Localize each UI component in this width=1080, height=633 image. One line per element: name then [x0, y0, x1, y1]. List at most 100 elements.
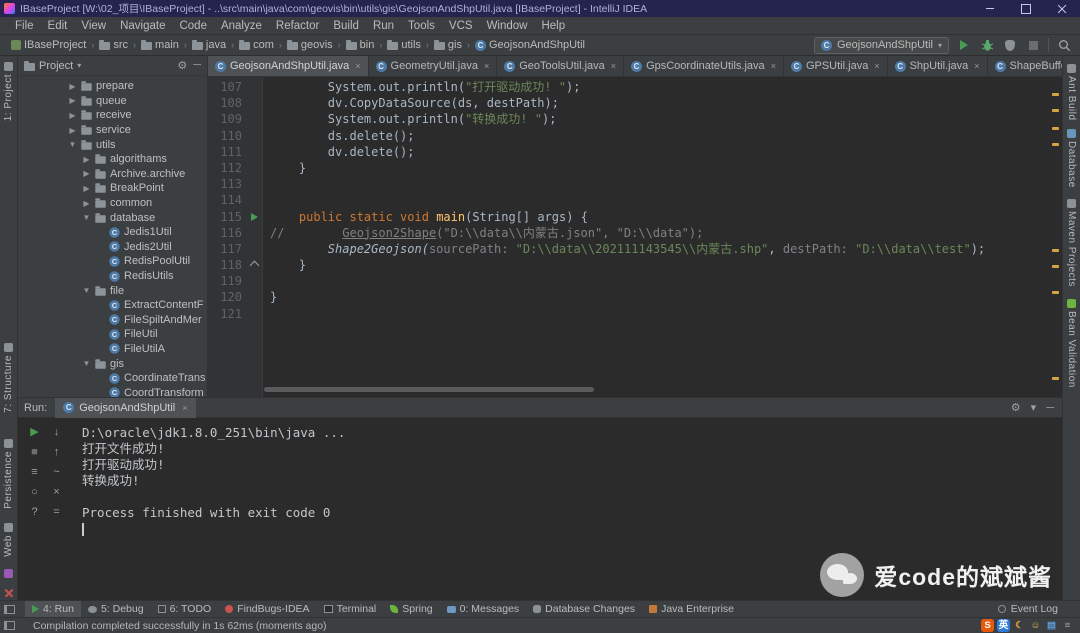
collapse-panel-icon[interactable]: ▾: [1031, 401, 1037, 414]
status-corner-icon[interactable]: [4, 621, 15, 630]
tool-windows-toggle-icon[interactable]: [4, 604, 15, 614]
tree-item-redispoolutil[interactable]: C RedisPoolUtil: [18, 254, 207, 269]
rerun-icon[interactable]: ▶: [27, 426, 42, 439]
close-red-icon[interactable]: [4, 588, 14, 598]
tree-item-algorithams[interactable]: ▶ algorithams: [18, 152, 207, 167]
code-text[interactable]: [262, 176, 270, 192]
tree-expand-icon[interactable]: ▶: [68, 82, 77, 91]
gear-icon[interactable]: ⚙: [1011, 401, 1021, 414]
code-text[interactable]: dv.CopyDataSource(ds, destPath);: [262, 95, 559, 111]
tree-item-prepare[interactable]: ▶ prepare: [18, 79, 207, 94]
close-tab-icon[interactable]: ×: [182, 403, 187, 413]
scroll-down-icon[interactable]: ↓: [49, 426, 64, 439]
tool-window-button-spring[interactable]: Spring: [383, 601, 439, 617]
close-tab-icon[interactable]: ×: [355, 61, 360, 71]
tree-item-file[interactable]: ▼ file: [18, 283, 207, 298]
breadcrumb-item-src[interactable]: src: [96, 39, 131, 51]
tool-window-button-terminal[interactable]: Terminal: [317, 601, 384, 617]
coverage-button[interactable]: [1002, 37, 1018, 53]
code-text[interactable]: System.out.println("转换成功! ");: [262, 111, 557, 127]
tree-item-service[interactable]: ▶ service: [18, 123, 207, 138]
editor-tab-geojsonandshputil-java[interactable]: C GeojsonAndShpUtil.java ×: [208, 56, 369, 76]
editor-tab-gpsutil-java[interactable]: C GPSUtil.java ×: [783, 56, 888, 76]
tree-item-jedis1util[interactable]: C Jedis1Util: [18, 225, 207, 240]
menu-build[interactable]: Build: [326, 20, 366, 32]
tree-item-queue[interactable]: ▶ queue: [18, 94, 207, 109]
code-text[interactable]: public static void main(String[] args) {: [262, 209, 588, 225]
tree-expand-icon[interactable]: ▼: [68, 140, 77, 149]
clear-all-icon[interactable]: ×: [49, 486, 64, 499]
tool-window-button-java-enterprise[interactable]: Java Enterprise: [642, 601, 741, 617]
gear-icon[interactable]: ⚙: [177, 59, 187, 72]
menu-run[interactable]: Run: [366, 20, 401, 32]
code-text[interactable]: [262, 306, 270, 322]
emoji-icon[interactable]: ☺: [1029, 619, 1042, 632]
tree-item-jedis2util[interactable]: C Jedis2Util: [18, 240, 207, 255]
tree-expand-icon[interactable]: ▼: [82, 359, 91, 368]
plugin-icon[interactable]: [4, 568, 13, 578]
run-main-icon[interactable]: [250, 212, 258, 221]
tree-item-utils[interactable]: ▼ utils: [18, 137, 207, 152]
status-message[interactable]: Compilation completed successfully in 1s…: [33, 620, 327, 632]
chevron-down-icon[interactable]: ▾: [77, 61, 81, 70]
event-log-button[interactable]: Event Log: [997, 603, 1072, 615]
settings-small-icon[interactable]: =: [49, 506, 64, 519]
horizontal-scrollbar[interactable]: [264, 387, 594, 392]
toolwindow-button-ant-build[interactable]: Ant Build: [1066, 64, 1077, 121]
breadcrumb-item-utils[interactable]: utils: [384, 39, 424, 51]
close-tab-icon[interactable]: ×: [484, 61, 489, 71]
pin-tab-icon[interactable]: ○: [27, 486, 42, 499]
hide-panel-icon[interactable]: ─: [1046, 402, 1054, 414]
run-button[interactable]: [956, 37, 972, 53]
hide-panel-icon[interactable]: ─: [193, 59, 201, 72]
toolwindow-button-database[interactable]: Database: [1066, 128, 1077, 187]
help-icon[interactable]: ?: [27, 506, 42, 519]
toolwindow-button-plugin-icon[interactable]: [4, 568, 13, 578]
run-configuration-select[interactable]: C GeojsonAndShpUtil ▾: [813, 36, 949, 54]
menu-analyze[interactable]: Analyze: [214, 20, 269, 32]
tree-expand-icon[interactable]: ▶: [68, 96, 77, 105]
debug-button[interactable]: [979, 37, 995, 53]
input-mode-icon[interactable]: 英: [997, 619, 1010, 632]
editor-tab-geometryutil-java[interactable]: C GeometryUtil.java ×: [368, 56, 498, 76]
menu-help[interactable]: Help: [534, 20, 572, 32]
code-text[interactable]: System.out.println("打开驱动成功! ");: [262, 79, 581, 95]
stop-button[interactable]: [1025, 37, 1041, 53]
close-tab-icon[interactable]: ×: [974, 61, 979, 71]
menu-file[interactable]: File: [8, 20, 41, 32]
tree-item-archive-archive[interactable]: ▶ Archive.archive: [18, 167, 207, 182]
tree-expand-icon[interactable]: ▶: [82, 169, 91, 178]
warning-stripe-mark[interactable]: [1052, 377, 1059, 380]
tree-expand-icon[interactable]: ▼: [82, 286, 91, 295]
breadcrumb-item-geojsonandshputil[interactable]: C GeojsonAndShpUtil: [472, 39, 588, 51]
editor-tab-geotoolsutil-java[interactable]: C GeoToolsUtil.java ×: [497, 56, 625, 76]
tree-expand-icon[interactable]: ▶: [68, 111, 77, 120]
code-text[interactable]: // Geojson2Shape("D:\\data\\内蒙古.json", "…: [262, 225, 703, 241]
toolwindow-button-close-red-icon[interactable]: [4, 588, 14, 598]
toolwindow-button-maven-projects[interactable]: Maven Projects: [1066, 199, 1077, 287]
tool-window-button-5-debug[interactable]: 5: Debug: [81, 601, 151, 617]
code-text[interactable]: }: [262, 289, 277, 305]
toolwindow-button-persistence[interactable]: Persistence: [3, 438, 14, 509]
breadcrumb-item-gis[interactable]: gis: [431, 39, 465, 51]
tool-window-button-4-run[interactable]: 4: Run: [25, 601, 81, 617]
tree-item-extractcontentf[interactable]: C ExtractContentF: [18, 298, 207, 313]
tree-item-filespiltandmer[interactable]: C FileSpiltAndMer: [18, 313, 207, 328]
code-text[interactable]: }: [262, 160, 306, 176]
tree-item-coordinatetrans[interactable]: C CoordinateTrans: [18, 371, 207, 386]
code-text[interactable]: Shape2Geojson(sourcePath: "D:\\data\\202…: [262, 241, 985, 257]
stop-icon[interactable]: ■: [27, 446, 42, 459]
close-tab-icon[interactable]: ×: [874, 61, 879, 71]
editor-tab-gpscoordinateutils-java[interactable]: C GpsCoordinateUtils.java ×: [624, 56, 784, 76]
code-text[interactable]: }: [262, 257, 306, 273]
tool-window-button-6-todo[interactable]: 6: TODO: [151, 601, 219, 617]
tool-window-button-0-messages[interactable]: 0: Messages: [440, 601, 527, 617]
toolwindow-button-1-project[interactable]: 1: Project: [3, 62, 14, 121]
toolwindow-button-bean-validation[interactable]: Bean Validation: [1066, 299, 1077, 388]
tree-item-fileutila[interactable]: C FileUtilA: [18, 342, 207, 357]
search-everywhere-button[interactable]: [1056, 37, 1072, 53]
menu-tools[interactable]: Tools: [401, 20, 442, 32]
tool-window-button-database-changes[interactable]: Database Changes: [526, 601, 642, 617]
tree-expand-icon[interactable]: ▼: [82, 213, 91, 222]
menu-code[interactable]: Code: [172, 20, 214, 32]
